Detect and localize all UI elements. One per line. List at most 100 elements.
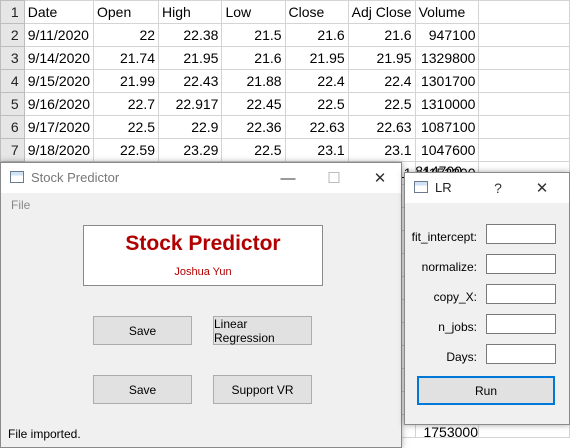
- low-cell[interactable]: 21.6: [221, 46, 286, 70]
- run-button[interactable]: Run: [417, 376, 555, 405]
- high-cell[interactable]: 21.95: [158, 46, 223, 70]
- low-cell[interactable]: 21.88: [221, 69, 286, 93]
- stock-predictor-window: Stock Predictor — ☐ ✕ File Stock Predict…: [0, 162, 402, 448]
- copy-x-input[interactable]: [486, 284, 556, 304]
- fit-intercept-label: fit_intercept:: [411, 230, 477, 244]
- low-cell[interactable]: 21.5: [221, 23, 286, 47]
- lr-dialog-title: LR: [435, 180, 452, 195]
- close-cell[interactable]: 21.95: [284, 46, 349, 70]
- adj-close-cell[interactable]: 22.5: [347, 92, 416, 116]
- row-number[interactable]: 4: [0, 69, 25, 93]
- volume-cell[interactable]: 1310000: [414, 92, 480, 116]
- low-cell[interactable]: 22.5: [221, 138, 286, 162]
- high-cell[interactable]: 22.38: [158, 23, 223, 47]
- n-jobs-input[interactable]: [486, 314, 556, 334]
- open-cell[interactable]: 21.74: [92, 46, 160, 70]
- support-vr-button[interactable]: Support VR: [213, 375, 312, 404]
- maximize-icon[interactable]: ☐: [311, 163, 357, 193]
- row-number[interactable]: 1: [0, 0, 25, 24]
- banner: Stock Predictor Joshua Yun: [83, 225, 323, 286]
- help-icon[interactable]: ?: [477, 173, 519, 203]
- file-menu[interactable]: File: [11, 198, 30, 212]
- save-button-2[interactable]: Save: [93, 375, 192, 404]
- linear-regression-button[interactable]: Linear Regression: [213, 316, 312, 345]
- n-jobs-label: n_jobs:: [438, 320, 477, 334]
- adj-close-cell[interactable]: 22.63: [347, 115, 416, 139]
- close-cell[interactable]: 21.6: [284, 23, 349, 47]
- volume-cell[interactable]: 947100: [414, 23, 480, 47]
- close-cell[interactable]: 22.4: [284, 69, 349, 93]
- row-number[interactable]: 3: [0, 46, 25, 70]
- empty-cell[interactable]: [478, 92, 570, 116]
- dialog-window-icon: [414, 181, 428, 193]
- open-cell[interactable]: 22.59: [92, 138, 160, 162]
- partial-volume-cell[interactable]: 1753000: [404, 424, 478, 440]
- empty-cell[interactable]: [478, 115, 570, 139]
- column-header-volume[interactable]: Volume: [414, 0, 480, 24]
- status-bar-text: File imported.: [8, 427, 81, 441]
- empty-cell[interactable]: [478, 23, 570, 47]
- open-cell[interactable]: 22.5: [92, 115, 160, 139]
- close-cell[interactable]: 22.5: [284, 92, 349, 116]
- volume-cell[interactable]: 1047600: [414, 138, 480, 162]
- high-cell[interactable]: 22.917: [158, 92, 223, 116]
- high-cell[interactable]: 22.43: [158, 69, 223, 93]
- days-input[interactable]: [486, 344, 556, 364]
- date-cell[interactable]: 9/14/2020: [23, 46, 95, 70]
- banner-title: Stock Predictor: [125, 232, 281, 255]
- main-title-bar[interactable]: Stock Predictor — ☐ ✕: [1, 163, 401, 193]
- open-cell[interactable]: 22.7: [92, 92, 160, 116]
- volume-cell[interactable]: 1329800: [414, 46, 480, 70]
- table-row: 7 9/18/2020 22.59 23.29 22.5 23.1 23.1 1047600: [0, 138, 570, 162]
- normalize-label: normalize:: [421, 260, 477, 274]
- open-cell[interactable]: 22: [92, 23, 160, 47]
- row-number[interactable]: 7: [0, 138, 25, 162]
- table-header-row: 1 Date Open High Low Close Adj Close Vol…: [0, 0, 570, 24]
- adj-close-cell[interactable]: 21.6: [347, 23, 416, 47]
- column-header-adj-close[interactable]: Adj Close: [347, 0, 416, 24]
- high-cell[interactable]: 22.9: [158, 115, 223, 139]
- fit-intercept-input[interactable]: [486, 224, 556, 244]
- banner-author: Joshua Yun: [174, 266, 232, 278]
- copy-x-label: copy_X:: [433, 290, 477, 304]
- row-number[interactable]: 5: [0, 92, 25, 116]
- column-header-open[interactable]: Open: [92, 0, 160, 24]
- date-cell[interactable]: 9/18/2020: [23, 138, 95, 162]
- empty-cell[interactable]: [478, 46, 570, 70]
- column-header-high[interactable]: High: [158, 0, 223, 24]
- empty-cell[interactable]: [478, 69, 570, 93]
- table-row: 4 9/15/2020 21.99 22.43 21.88 22.4 22.4 1301700: [0, 69, 570, 93]
- adj-close-cell[interactable]: 21.95: [347, 46, 416, 70]
- volume-cell[interactable]: 1087100: [414, 115, 480, 139]
- table-row: 5 9/16/2020 22.7 22.917 22.45 22.5 22.5 1310000: [0, 92, 570, 116]
- row-number[interactable]: 6: [0, 115, 25, 139]
- close-icon[interactable]: ✕: [521, 173, 563, 203]
- lr-dialog: LR ? ✕ fit_intercept: normalize: copy_X:…: [404, 172, 570, 425]
- table-row: 2 9/11/2020 22 22.38 21.5 21.6 21.6 947100: [0, 23, 570, 47]
- adj-close-cell[interactable]: 22.4: [347, 69, 416, 93]
- close-cell[interactable]: 22.63: [284, 115, 349, 139]
- row-number[interactable]: 2: [0, 23, 25, 47]
- normalize-input[interactable]: [486, 254, 556, 274]
- open-cell[interactable]: 21.99: [92, 69, 160, 93]
- minimize-icon[interactable]: —: [265, 163, 311, 193]
- low-cell[interactable]: 22.36: [221, 115, 286, 139]
- close-cell[interactable]: 23.1: [284, 138, 349, 162]
- volume-cell[interactable]: 1301700: [414, 69, 480, 93]
- high-cell[interactable]: 23.29: [158, 138, 223, 162]
- save-button[interactable]: Save: [93, 316, 192, 345]
- column-header-close[interactable]: Close: [284, 0, 349, 24]
- column-header-date[interactable]: Date: [23, 0, 95, 24]
- date-cell[interactable]: 9/15/2020: [23, 69, 95, 93]
- empty-cell[interactable]: [478, 0, 570, 24]
- low-cell[interactable]: 22.45: [221, 92, 286, 116]
- adj-close-cell[interactable]: 23.1: [347, 138, 416, 162]
- date-cell[interactable]: 9/11/2020: [23, 23, 95, 47]
- empty-cell[interactable]: [478, 138, 570, 162]
- date-cell[interactable]: 9/17/2020: [23, 115, 95, 139]
- app-window-icon: [10, 171, 24, 183]
- date-cell[interactable]: 9/16/2020: [23, 92, 95, 116]
- close-icon[interactable]: ✕: [357, 163, 403, 193]
- lr-title-bar[interactable]: LR ? ✕: [405, 173, 569, 203]
- column-header-low[interactable]: Low: [221, 0, 286, 24]
